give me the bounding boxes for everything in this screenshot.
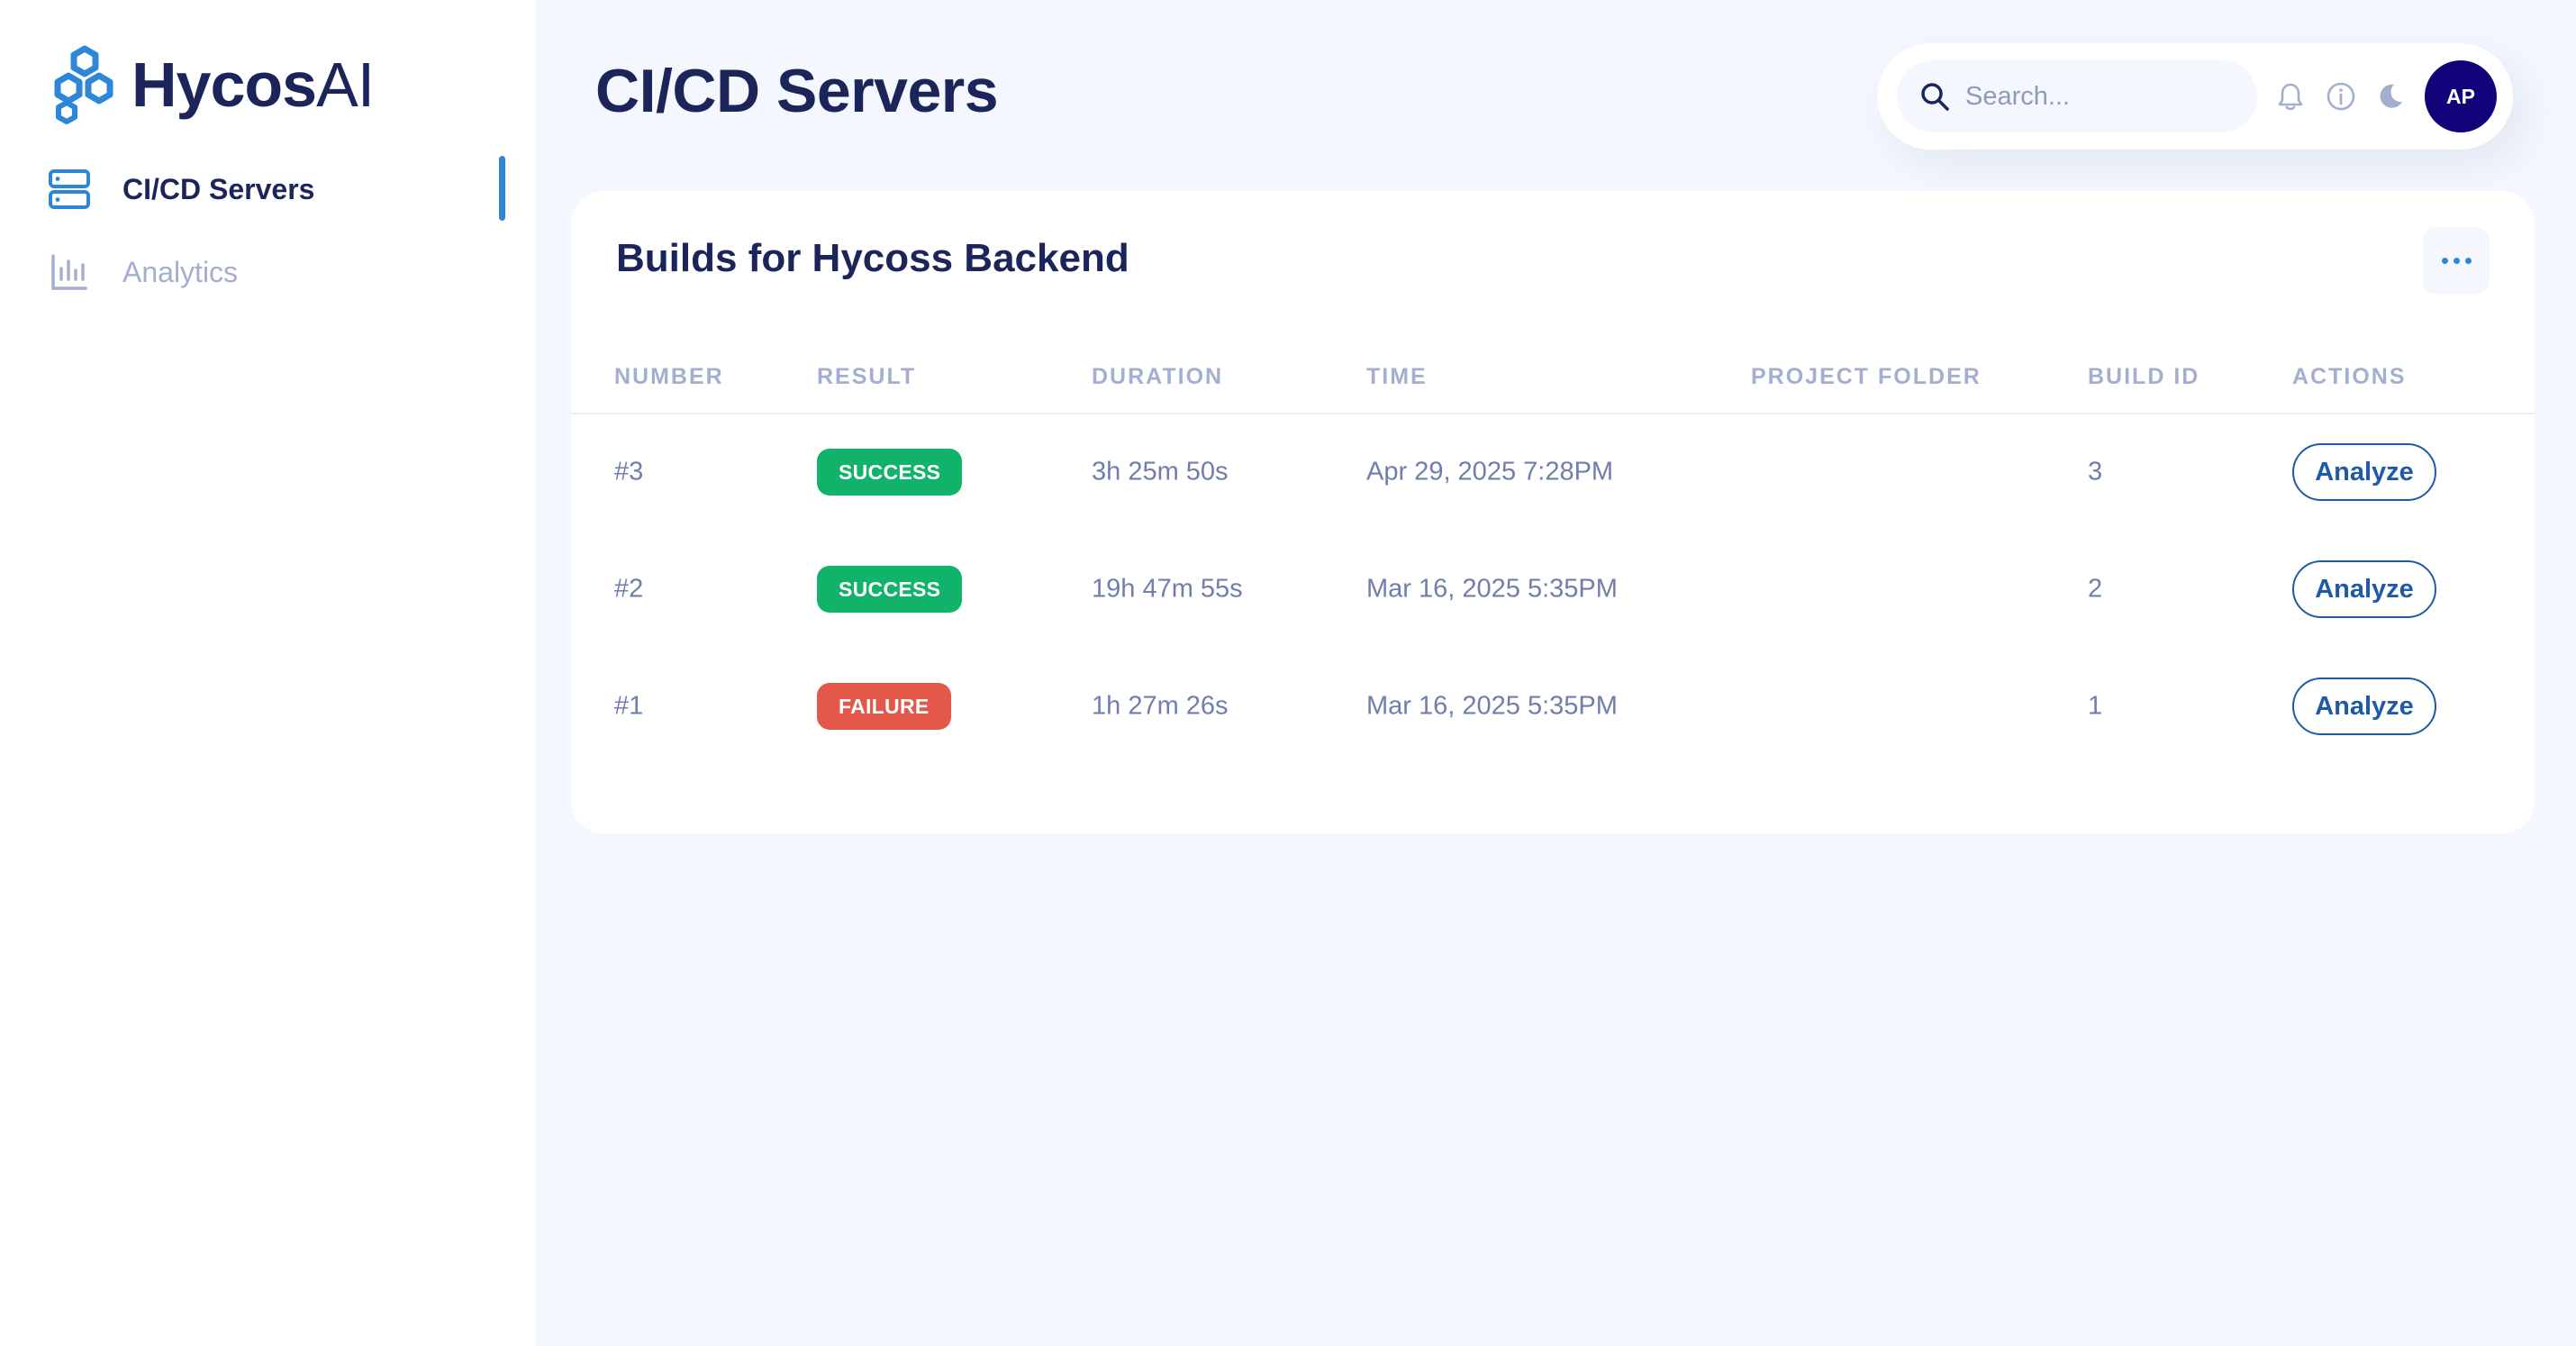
search-icon	[1917, 78, 1953, 114]
build-duration: 1h 27m 26s	[1092, 691, 1229, 721]
search-box	[1897, 60, 2257, 132]
brand-name-suffix: AI	[316, 50, 375, 120]
build-duration: 3h 25m 50s	[1092, 457, 1229, 487]
sidebar-item-label: CI/CD Servers	[122, 172, 315, 205]
build-id: 3	[2088, 457, 2103, 487]
column-header-result[interactable]: RESULT	[817, 364, 916, 390]
card-title: Builds for Hycoss Backend	[616, 236, 1129, 280]
table-header: NUMBER RESULT DURATION TIME PROJECT FOLD…	[571, 351, 2535, 414]
hexagon-logo-icon	[54, 45, 113, 124]
sidebar: HycosAI CI/CD Servers Analytics	[0, 0, 535, 1346]
info-icon[interactable]	[2324, 79, 2358, 114]
build-time: Mar 16, 2025 5:35PM	[1366, 691, 1618, 721]
column-header-project-folder[interactable]: PROJECT FOLDER	[1751, 364, 1982, 390]
sidebar-item-cicd-servers[interactable]: CI/CD Servers	[47, 158, 314, 221]
column-header-actions: ACTIONS	[2292, 364, 2407, 389]
moon-icon[interactable]	[2373, 79, 2408, 114]
top-toolbar: AP	[1877, 43, 2513, 150]
status-badge: SUCCESS	[817, 449, 963, 496]
column-header-duration[interactable]: DURATION	[1092, 364, 1223, 390]
bar-chart-icon	[47, 250, 92, 295]
active-nav-indicator	[499, 156, 505, 221]
column-header-time[interactable]: TIME	[1366, 364, 1428, 390]
build-number: #3	[614, 457, 644, 487]
table-row: #2 SUCCESS 19h 47m 55s Mar 16, 2025 5:35…	[571, 531, 2535, 648]
build-duration: 19h 47m 55s	[1092, 574, 1243, 604]
app-root: HycosAI CI/CD Servers Analytics CI/CD Se…	[0, 0, 2576, 1346]
builds-card: Builds for Hycoss Backend NUMBER RESULT …	[571, 191, 2535, 833]
build-id: 1	[2088, 691, 2103, 721]
column-header-number[interactable]: NUMBER	[614, 364, 724, 390]
table-row: #1 FAILURE 1h 27m 26s Mar 16, 2025 5:35P…	[571, 648, 2535, 765]
build-time: Apr 29, 2025 7:28PM	[1366, 457, 1614, 487]
build-number: #1	[614, 691, 644, 721]
brand-logo[interactable]: HycosAI	[47, 40, 375, 130]
brand-name-main: Hycos	[132, 50, 317, 120]
analyze-button[interactable]: Analyze	[2292, 678, 2436, 735]
sidebar-item-analytics[interactable]: Analytics	[47, 241, 238, 304]
build-number: #2	[614, 574, 644, 604]
status-badge: SUCCESS	[817, 566, 963, 613]
build-id: 2	[2088, 574, 2103, 604]
more-dots-icon	[2453, 257, 2460, 264]
bell-icon[interactable]	[2273, 79, 2308, 114]
analyze-button[interactable]: Analyze	[2292, 560, 2436, 618]
search-input[interactable]	[1965, 81, 2236, 112]
analyze-button[interactable]: Analyze	[2292, 443, 2436, 501]
brand-name: HycosAI	[132, 49, 375, 121]
more-dots-icon	[2464, 257, 2472, 264]
more-options-button[interactable]	[2423, 227, 2490, 294]
table-row: #3 SUCCESS 3h 25m 50s Apr 29, 2025 7:28P…	[571, 414, 2535, 531]
build-time: Mar 16, 2025 5:35PM	[1366, 574, 1618, 604]
column-header-build-id[interactable]: BUILD ID	[2088, 364, 2200, 390]
avatar[interactable]: AP	[2425, 60, 2497, 132]
status-badge: FAILURE	[817, 683, 951, 730]
server-icon	[47, 167, 92, 212]
more-dots-icon	[2441, 257, 2448, 264]
sidebar-item-label: Analytics	[122, 255, 239, 288]
page-title: CI/CD Servers	[595, 57, 999, 125]
